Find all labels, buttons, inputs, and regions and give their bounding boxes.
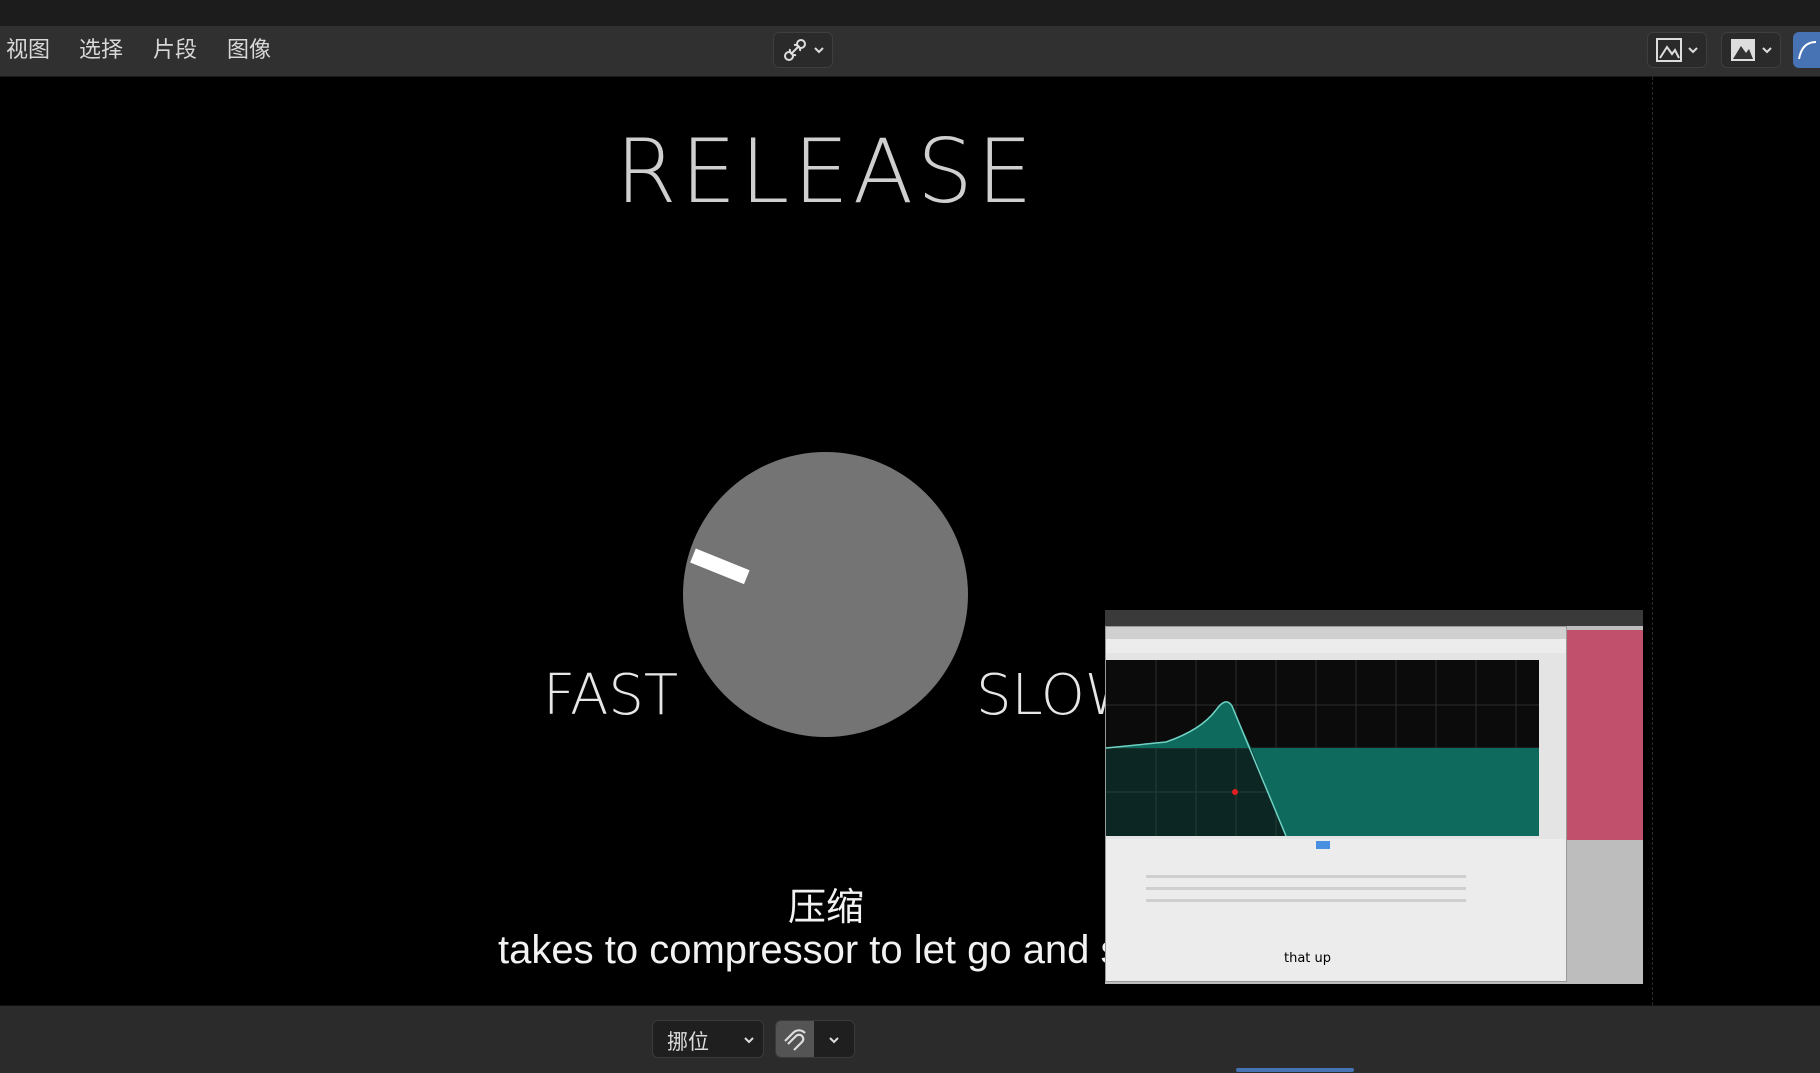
release-knob xyxy=(683,452,968,737)
curve-icon xyxy=(1797,41,1816,60)
chevron-down-icon xyxy=(1688,47,1698,54)
chevron-down-icon xyxy=(1762,47,1772,54)
pip-audio-clip xyxy=(1565,630,1643,840)
header-menubar: 视图 选择 片段 图像 xyxy=(0,26,1820,77)
image-dark-icon xyxy=(1731,39,1755,61)
eq-graph xyxy=(1105,660,1539,837)
pip-caption: that up xyxy=(1284,951,1332,966)
overlay-mode-button[interactable] xyxy=(1721,32,1781,68)
menu-strip[interactable]: 片段 xyxy=(153,36,197,66)
menu-image[interactable]: 图像 xyxy=(227,36,271,66)
magnet-icon xyxy=(784,1029,806,1051)
subtitle-english: takes to compressor to let go and st xyxy=(498,928,1132,972)
menu-view[interactable]: 视图 xyxy=(6,36,50,66)
snap-toggle-button[interactable] xyxy=(775,1020,855,1058)
pip-timeline-ruler xyxy=(1105,610,1643,626)
chevron-down-icon xyxy=(744,1037,754,1044)
knob-label-slow: SLOW xyxy=(976,664,1106,728)
link-dropdown-button[interactable] xyxy=(773,32,833,68)
pip-window-toolbar xyxy=(1106,639,1566,653)
link-icon xyxy=(784,39,806,61)
menu-select[interactable]: 选择 xyxy=(79,36,123,66)
knob-label-fast: FAST xyxy=(543,663,679,728)
chevron-down-icon xyxy=(814,47,824,54)
eq-curve xyxy=(1105,660,1539,837)
pip-eq-window: that up xyxy=(1105,626,1567,982)
curve-toggle-button[interactable] xyxy=(1793,32,1820,68)
chevron-down-icon xyxy=(829,1037,839,1044)
display-mode-button[interactable] xyxy=(1647,32,1707,68)
picture-in-picture-overlay: that up xyxy=(1105,610,1643,984)
viewport-boundary xyxy=(1652,77,1654,1005)
image-icon xyxy=(1656,38,1682,62)
active-tab-indicator xyxy=(1236,1068,1354,1072)
video-title: RELEASE xyxy=(615,120,1037,223)
footer-toolbar: 挪位 xyxy=(0,1005,1820,1073)
window-titlebar xyxy=(0,0,1820,26)
eq-controls: that up xyxy=(1106,839,1566,981)
pivot-point-label: 挪位 xyxy=(667,1030,709,1054)
pip-window-title xyxy=(1106,627,1566,639)
pivot-point-select[interactable]: 挪位 xyxy=(652,1020,764,1058)
